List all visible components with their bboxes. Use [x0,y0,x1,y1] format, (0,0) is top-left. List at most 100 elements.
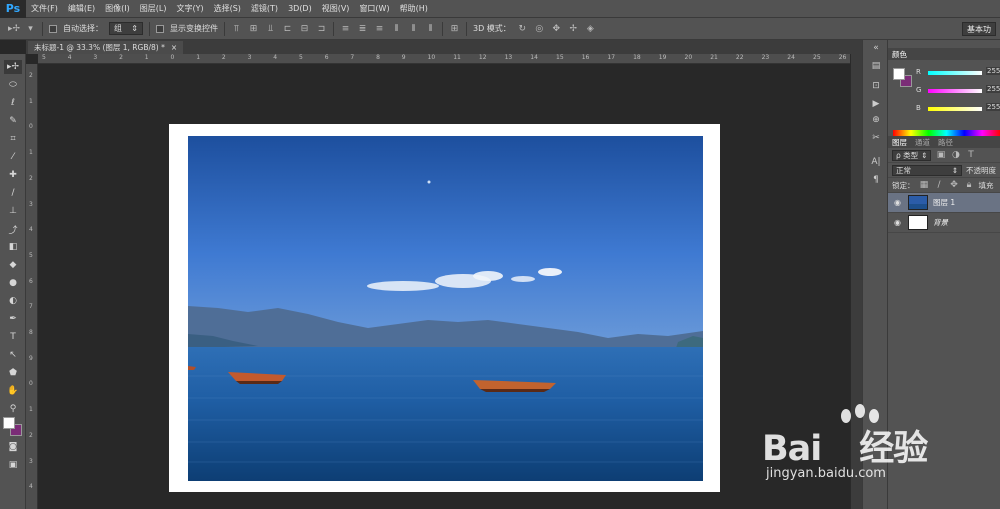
eyedropper-tool-icon[interactable]: ⁄ [4,150,22,164]
red-slider[interactable]: R 255 [916,67,1000,78]
dodge-tool-icon[interactable]: ◐ [4,294,22,308]
lake-photo-layer[interactable] [188,136,703,481]
filter-adjust-icon[interactable]: ◑ [950,150,961,160]
move-tool-preset-icon[interactable]: ▸✢ [8,24,20,34]
hand-tool-icon[interactable]: ✋ [4,384,22,398]
filter-pixel-icon[interactable]: ▣ [935,150,946,160]
character-panel-icon[interactable]: A| [869,156,883,168]
collapse-panels-icon[interactable]: « [869,42,883,54]
layer-filter-dropdown[interactable]: ρ 类型 ⇕ [892,149,932,161]
menu-type[interactable]: 文字(Y) [171,3,208,14]
marquee-tool-icon[interactable]: ⬭ [4,78,22,92]
layer-row-background[interactable]: ◉ 背景 [888,213,1000,233]
menu-3d[interactable]: 3D(D) [283,4,317,13]
brush-panel-icon[interactable]: ✂ [869,132,883,144]
menu-view[interactable]: 视图(V) [317,3,355,14]
quick-mask-icon[interactable]: ◙ [4,440,22,454]
lock-position-icon[interactable]: ✥ [949,180,960,190]
red-value[interactable]: 255 [986,67,1000,75]
menu-help[interactable]: 帮助(H) [395,3,433,14]
tab-layers[interactable]: 图层 [892,137,907,148]
pen-tool-icon[interactable]: ✒ [4,312,22,326]
paragraph-panel-icon[interactable]: ¶ [869,174,883,186]
blur-tool-icon[interactable]: ● [4,276,22,290]
canvas-area[interactable] [38,64,850,509]
adjustments-panel-icon[interactable]: ⊕ [869,114,883,126]
actions-panel-icon[interactable]: ▶ [869,98,883,110]
lasso-tool-icon[interactable]: ℓ [4,96,22,110]
eraser-tool-icon[interactable]: ◧ [4,240,22,254]
tab-channels[interactable]: 通道 [915,137,930,148]
distribute-bottom-icon[interactable]: ≡ [374,24,385,34]
green-slider-track[interactable] [928,89,982,93]
auto-select-checkbox[interactable] [49,24,57,33]
healing-brush-tool-icon[interactable]: ✚ [4,168,22,182]
align-top-icon[interactable]: ⫪ [231,24,242,34]
foreground-color-swatch[interactable] [3,417,15,429]
layer-name[interactable]: 背景 [933,217,948,228]
move-tool-icon[interactable]: ▸✢ [4,60,22,74]
blue-value[interactable]: 255 [986,103,1000,111]
align-right-icon[interactable]: ⊐ [316,24,327,34]
distribute-left-icon[interactable]: ⦀ [391,24,402,34]
paint-bucket-tool-icon[interactable]: ◆ [4,258,22,272]
menu-select[interactable]: 选择(S) [209,3,246,14]
menu-edit[interactable]: 编辑(E) [63,3,100,14]
history-panel-icon[interactable]: ▤ [869,60,883,72]
3d-rotate-icon[interactable]: ↻ [517,24,528,34]
blue-slider-track[interactable] [928,107,982,111]
crop-tool-icon[interactable]: ⌗ [4,132,22,146]
canvas-vertical-scrollbar[interactable] [850,54,862,509]
document-canvas[interactable] [169,124,720,492]
shape-tool-icon[interactable]: ⬟ [4,366,22,380]
history-brush-tool-icon[interactable]: ⤴ [4,222,22,236]
layer-row-layer1[interactable]: ◉ 图层 1 [888,193,1000,213]
menu-file[interactable]: 文件(F) [26,3,63,14]
align-bottom-icon[interactable]: ⫫ [265,24,276,34]
layer-name[interactable]: 图层 1 [933,197,955,208]
type-tool-icon[interactable]: T [4,330,22,344]
distribute-top-icon[interactable]: ≡ [340,24,351,34]
lock-all-icon[interactable]: 🔒︎ [964,180,975,190]
align-hcenter-icon[interactable]: ⊟ [299,24,310,34]
workspace-switcher[interactable]: 基本功 [962,22,996,36]
blue-slider[interactable]: B 255 [916,103,1000,114]
eye-icon[interactable]: ◉ [894,198,903,207]
tab-paths[interactable]: 路径 [938,137,953,148]
document-tab[interactable]: 未标题-1 @ 33.3% (图层 1, RGB/8) * × [28,41,184,54]
distribute-vcenter-icon[interactable]: ≣ [357,24,368,34]
green-slider[interactable]: G 255 [916,85,1000,96]
eye-icon[interactable]: ◉ [894,218,903,227]
3d-slide-icon[interactable]: ✢ [568,24,579,34]
menu-image[interactable]: 图像(I) [100,3,135,14]
menu-window[interactable]: 窗口(W) [354,3,394,14]
clone-stamp-tool-icon[interactable]: ⊥ [4,204,22,218]
red-slider-track[interactable] [928,71,982,75]
filter-type-icon[interactable]: T [965,150,976,160]
menu-layer[interactable]: 图层(L) [135,3,172,14]
3d-scale-icon[interactable]: ◈ [585,24,596,34]
auto-select-dropdown[interactable]: 组 ⇕ [109,22,143,35]
green-value[interactable]: 255 [986,85,1000,93]
distribute-right-icon[interactable]: ⦀ [425,24,436,34]
align-left-icon[interactable]: ⊏ [282,24,293,34]
close-icon[interactable]: × [171,43,177,52]
3d-roll-icon[interactable]: ◎ [534,24,545,34]
lock-transparent-icon[interactable]: ▦ [919,180,930,190]
blend-mode-dropdown[interactable]: 正常 ⇕ [892,164,962,176]
lock-pixels-icon[interactable]: / [934,180,945,190]
show-transform-checkbox[interactable] [156,24,164,33]
quick-select-tool-icon[interactable]: ✎ [4,114,22,128]
chevron-down-icon[interactable]: ▾ [25,24,36,34]
zoom-tool-icon[interactable]: ⚲ [4,402,22,416]
properties-panel-icon[interactable]: ⊡ [869,80,883,92]
color-panel-tab[interactable]: 颜色 [892,49,907,60]
distribute-hcenter-icon[interactable]: ⦀ [408,24,419,34]
brush-tool-icon[interactable]: / [4,186,22,200]
menu-filter[interactable]: 滤镜(T) [246,3,283,14]
3d-drag-icon[interactable]: ✥ [551,24,562,34]
auto-align-icon[interactable]: ⊞ [449,24,460,34]
color-panel-fg-swatch[interactable] [893,68,905,80]
align-vcenter-icon[interactable]: ⊞ [248,24,259,34]
screen-mode-icon[interactable]: ▣ [4,458,22,472]
